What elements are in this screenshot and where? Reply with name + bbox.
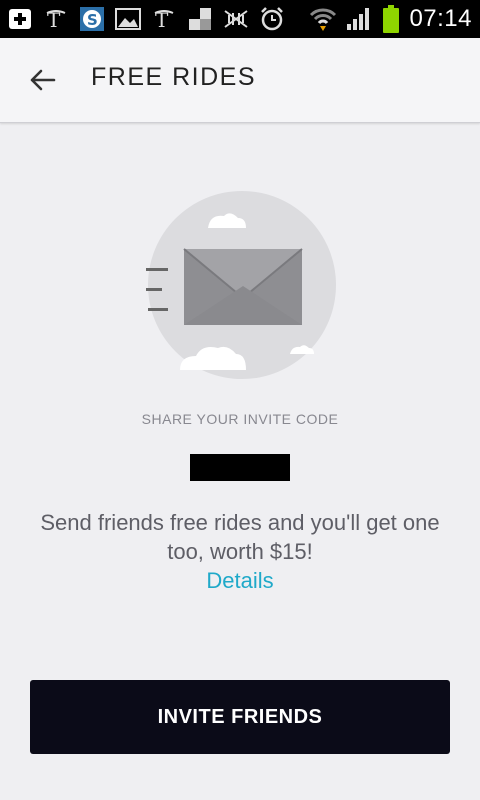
- alarm-icon: [258, 6, 286, 32]
- redaction-bar: [190, 454, 290, 481]
- share-invite-label: SHARE YOUR INVITE CODE: [141, 411, 339, 427]
- notification-icons: T S T: [6, 4, 286, 34]
- details-link[interactable]: Details: [0, 568, 480, 594]
- envelope-illustration: [140, 188, 340, 388]
- add-icon: [6, 6, 34, 32]
- skype-icon: S: [78, 6, 106, 32]
- invite-friends-button[interactable]: INVITE FRIENDS: [30, 680, 450, 754]
- battery-icon: [381, 5, 401, 33]
- clock: 07:14: [409, 5, 472, 32]
- status-bar: T S T 07:14: [0, 0, 480, 38]
- page-title: FREE RIDES: [91, 63, 257, 91]
- nyt-icon: T: [42, 6, 70, 32]
- mute-icon: [222, 6, 250, 32]
- nyt-icon: T: [150, 6, 178, 32]
- svg-text:S: S: [87, 11, 98, 29]
- envelope-icon: [146, 191, 336, 379]
- flipboard-icon: [186, 6, 214, 32]
- app-bar: FREE RIDES: [0, 38, 480, 123]
- arrow-left-icon: [30, 69, 56, 91]
- wifi-icon: [309, 6, 337, 32]
- image-icon: [114, 6, 142, 32]
- signal-icon: [345, 6, 373, 32]
- status-icons: 07:14: [309, 4, 472, 34]
- invite-description: Send friends free rides and you'll get o…: [40, 510, 440, 564]
- back-button[interactable]: [22, 62, 62, 98]
